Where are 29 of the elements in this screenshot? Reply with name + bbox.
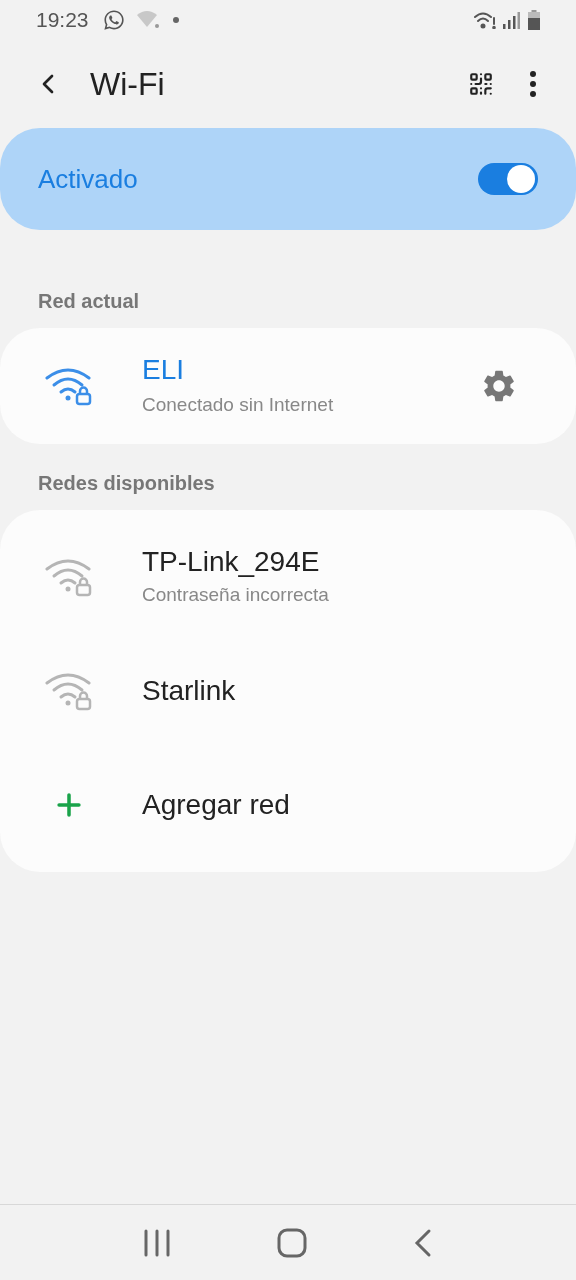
wifi-question-icon bbox=[136, 10, 161, 30]
qr-code-icon bbox=[468, 71, 494, 97]
network-status: Contraseña incorrecta bbox=[142, 582, 329, 607]
toggle-switch[interactable] bbox=[478, 163, 538, 195]
network-row[interactable]: Starlink bbox=[0, 634, 576, 748]
wifi-lock-icon bbox=[44, 366, 92, 406]
network-row[interactable]: TP-Link_294E Contraseña incorrecta bbox=[0, 520, 576, 634]
network-name: Starlink bbox=[142, 674, 236, 708]
more-options-icon bbox=[530, 71, 536, 97]
wifi-lock-icon bbox=[44, 671, 92, 711]
back-icon[interactable] bbox=[413, 1227, 433, 1258]
battery-icon bbox=[528, 10, 540, 30]
recent-apps-icon[interactable] bbox=[143, 1228, 171, 1257]
current-network-card[interactable]: ELI Conectado sin Internet bbox=[0, 328, 576, 444]
section-heading: Red actual bbox=[37, 289, 141, 314]
add-network-label: Agregar red bbox=[142, 788, 290, 822]
signal-icon bbox=[502, 11, 520, 29]
section-heading: Redes disponibles bbox=[37, 471, 216, 496]
network-name: TP-Link_294E bbox=[142, 544, 321, 579]
add-network-row[interactable]: Agregar red bbox=[0, 748, 576, 862]
chat-app-icon bbox=[102, 9, 125, 31]
page-title: Wi-Fi bbox=[90, 65, 165, 104]
wifi-lock-icon bbox=[44, 557, 92, 597]
network-status: Conectado sin Internet bbox=[142, 392, 334, 417]
switch-label: Activado bbox=[38, 162, 138, 196]
status-time: 19:23 bbox=[36, 7, 89, 34]
wifi-alert-icon bbox=[474, 11, 496, 29]
network-name: ELI bbox=[142, 352, 186, 387]
home-icon[interactable] bbox=[277, 1227, 307, 1258]
